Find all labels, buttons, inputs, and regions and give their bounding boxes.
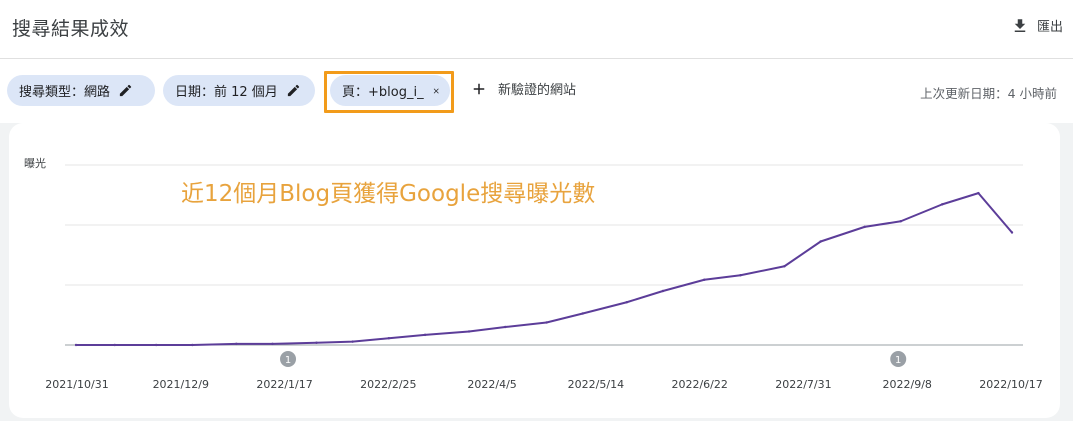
chip-label: 搜尋類型：網路: [19, 85, 111, 100]
filter-bar: 搜尋類型：網路 日期：前 12 個月 頁：+blog_i_ 新驗證的網站 上次更…: [0, 59, 1073, 123]
last-update-text: 上次更新日期：4 小時前: [920, 86, 1057, 101]
data-point: [315, 341, 318, 344]
download-icon: [1014, 18, 1026, 32]
impressions-chart: 曝光 近12個月Blog頁獲得Google搜尋曝光數 1 1 2021/10/31…: [24, 156, 1043, 391]
x-tick-label: 2022/10/17: [979, 378, 1042, 391]
data-point: [504, 325, 507, 329]
x-tick-label: 2021/12/9: [153, 378, 209, 391]
filter-chip-search-type[interactable]: 搜尋類型：網路: [7, 75, 155, 106]
data-point: [113, 343, 116, 347]
data-point: [863, 225, 866, 229]
data-point: [423, 333, 427, 337]
data-point: [154, 343, 158, 347]
data-point: [703, 278, 706, 281]
data-point: [467, 330, 471, 333]
data-point: [783, 265, 786, 268]
data-point: [545, 321, 548, 324]
chip-label: 頁：+blog_i_: [342, 85, 424, 100]
x-tick-label: 2022/7/31: [775, 378, 831, 391]
data-point: [74, 343, 78, 347]
chip-label: 日期：前 12 個月: [175, 85, 278, 100]
chart-card: 曝光 近12個月Blog頁獲得Google搜尋曝光數 1 1 2021/10/31…: [9, 123, 1060, 418]
y-axis-label: 曝光: [24, 156, 46, 170]
chart-annotation: 近12個月Blog頁獲得Google搜尋曝光數: [181, 181, 595, 207]
add-compare-button[interactable]: 新驗證的網站: [470, 79, 576, 98]
event-marker-label: 1: [895, 355, 901, 366]
x-tick-label: 2022/9/8: [883, 378, 932, 391]
data-point: [351, 340, 354, 343]
plus-icon: [473, 83, 485, 94]
export-label: 匯出: [1036, 20, 1063, 35]
data-point: [739, 274, 742, 277]
data-point: [581, 312, 584, 315]
x-tick-label: 2022/1/17: [256, 378, 312, 391]
filter-chip-date[interactable]: 日期：前 12 個月: [163, 75, 315, 106]
page-title: 搜尋結果成效: [12, 18, 130, 40]
x-tick-label: 2022/6/22: [671, 378, 727, 391]
x-tick-label: 2022/5/14: [568, 378, 624, 391]
event-marker[interactable]: 1: [280, 351, 297, 367]
event-marker-label: 1: [285, 355, 291, 366]
event-marker[interactable]: 1: [890, 351, 907, 367]
x-tick-label: 2021/10/31: [45, 378, 108, 391]
data-point: [899, 220, 903, 223]
data-point: [625, 301, 628, 304]
data-point: [387, 337, 391, 340]
header-bar: 搜尋結果成效 匯出: [0, 0, 1073, 59]
add-compare-label: 新驗證的網站: [498, 83, 577, 98]
data-point: [819, 240, 822, 243]
data-point: [940, 203, 944, 206]
x-tick-label: 2022/4/5: [467, 378, 516, 391]
filter-chip-page[interactable]: 頁：+blog_i_: [330, 75, 450, 106]
data-point: [1010, 231, 1014, 234]
pencil-icon[interactable]: [286, 83, 301, 98]
data-point: [661, 289, 665, 293]
export-button[interactable]: 匯出: [1011, 16, 1063, 35]
data-point: [191, 343, 194, 347]
close-icon[interactable]: [432, 85, 440, 97]
impressions-series-line: [76, 192, 1013, 346]
pencil-icon[interactable]: [118, 83, 133, 98]
data-point: [977, 191, 980, 195]
x-tick-label: 2022/2/25: [360, 378, 416, 391]
data-point: [235, 342, 238, 346]
data-point: [271, 342, 274, 346]
